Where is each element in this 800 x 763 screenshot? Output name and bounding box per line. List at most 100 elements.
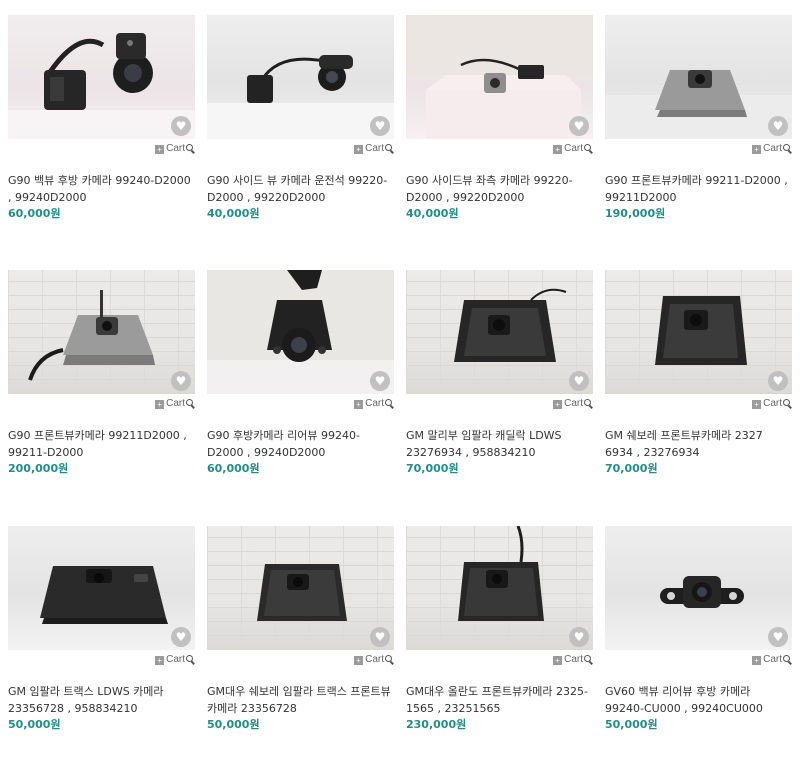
cart-button[interactable]: + Cart	[155, 654, 193, 665]
cart-row: + Cart	[406, 143, 593, 159]
heart-icon[interactable]: ♥	[768, 627, 788, 647]
search-icon	[385, 399, 392, 406]
cart-button[interactable]: + Cart	[354, 398, 392, 409]
product-image[interactable]: ♥	[8, 270, 195, 394]
plus-icon: +	[553, 656, 563, 665]
product-name[interactable]: G90 사이드뷰 좌측 카메라 99220-D2000 , 99220D2000	[406, 172, 593, 206]
product-price: 70,000원	[406, 462, 459, 475]
heart-icon[interactable]: ♥	[768, 116, 788, 136]
product-image[interactable]: ♥	[406, 526, 593, 650]
product-name[interactable]: GM 쉐보레 프론트뷰카메라 2327 6934 , 23276934	[605, 427, 792, 461]
cart-label: Cart	[763, 398, 782, 409]
cart-button[interactable]: + Cart	[354, 143, 392, 154]
product-price: 50,000원	[605, 718, 658, 731]
product-name[interactable]: G90 후방카메라 리어뷰 99240-D2000 , 99240D2000	[207, 427, 394, 461]
product-image[interactable]: ♥	[605, 270, 792, 394]
product-image[interactable]: ♥	[406, 15, 593, 139]
product-card[interactable]: ♥ + Cart G90 프론트뷰카메라 99211-D2000 , 99211D…	[605, 15, 792, 245]
product-price: 60,000원	[207, 462, 260, 475]
cart-label: Cart	[564, 398, 583, 409]
cart-label: Cart	[166, 654, 185, 665]
search-icon	[584, 655, 591, 662]
cart-label: Cart	[763, 143, 782, 154]
product-image[interactable]: ♥	[8, 526, 195, 650]
plus-icon: +	[553, 145, 563, 154]
product-name[interactable]: G90 프론트뷰카메라 99211-D2000 , 99211D2000	[605, 172, 792, 206]
product-image[interactable]: ♥	[406, 270, 593, 394]
cart-button[interactable]: + Cart	[553, 654, 591, 665]
cart-label: Cart	[564, 143, 583, 154]
product-card[interactable]: ♥ + Cart GV60 백뷰 리어뷰 후방 카메라 99240-CU000 ,…	[605, 526, 792, 756]
cart-row: + Cart	[605, 143, 792, 159]
plus-icon: +	[354, 656, 364, 665]
product-name[interactable]: G90 백뷰 후방 카메라 99240-D2000 , 99240D2000	[8, 172, 195, 206]
cart-label: Cart	[365, 143, 384, 154]
cart-row: + Cart	[605, 654, 792, 670]
product-card[interactable]: ♥ + Cart G90 후방카메라 리어뷰 99240-D2000 , 9924…	[207, 270, 394, 500]
cart-button[interactable]: + Cart	[553, 398, 591, 409]
search-icon	[385, 655, 392, 662]
product-card[interactable]: ♥ + Cart G90 사이드 뷰 카메라 운전석 99220-D2000 , …	[207, 15, 394, 245]
cart-button[interactable]: + Cart	[553, 143, 591, 154]
plus-icon: +	[155, 145, 165, 154]
plus-icon: +	[752, 400, 762, 409]
plus-icon: +	[752, 145, 762, 154]
cart-button[interactable]: + Cart	[752, 654, 790, 665]
product-name[interactable]: GM 임팔라 트랙스 LDWS 카메라 23356728 , 958834210	[8, 683, 195, 717]
cart-row: + Cart	[207, 654, 394, 670]
heart-icon[interactable]: ♥	[370, 371, 390, 391]
heart-icon[interactable]: ♥	[768, 371, 788, 391]
heart-icon[interactable]: ♥	[370, 627, 390, 647]
product-name[interactable]: GM 말리부 임팔라 캐딜락 LDWS 23276934 , 958834210	[406, 427, 593, 461]
product-image[interactable]: ♥	[207, 526, 394, 650]
product-card[interactable]: ♥ + Cart GM 쉐보레 프론트뷰카메라 2327 6934 , 23276…	[605, 270, 792, 500]
cart-label: Cart	[166, 143, 185, 154]
product-card[interactable]: ♥ + Cart G90 백뷰 후방 카메라 99240-D2000 , 9924…	[8, 15, 195, 245]
cart-button[interactable]: + Cart	[155, 143, 193, 154]
heart-icon[interactable]: ♥	[171, 371, 191, 391]
product-price: 50,000원	[8, 718, 61, 731]
heart-icon[interactable]: ♥	[171, 627, 191, 647]
cart-button[interactable]: + Cart	[155, 398, 193, 409]
product-name[interactable]: G90 프론트뷰카메라 99211D2000 , 99211-D2000	[8, 427, 195, 461]
cart-row: + Cart	[8, 143, 195, 159]
heart-icon[interactable]: ♥	[569, 116, 589, 136]
product-card[interactable]: ♥ + Cart G90 사이드뷰 좌측 카메라 99220-D2000 , 99…	[406, 15, 593, 245]
search-icon	[186, 399, 193, 406]
product-card[interactable]: ♥ + Cart GM 임팔라 트랙스 LDWS 카메라 23356728 , 9…	[8, 526, 195, 756]
product-card[interactable]: ♥ + Cart GM대우 올란도 프론트뷰카메라 2325-1565 , 232…	[406, 526, 593, 756]
search-icon	[584, 399, 591, 406]
product-card[interactable]: ♥ + Cart G90 프론트뷰카메라 99211D2000 , 99211-D…	[8, 270, 195, 500]
search-icon	[385, 144, 392, 151]
cart-row: + Cart	[605, 398, 792, 414]
cart-label: Cart	[763, 654, 782, 665]
product-name[interactable]: GM대우 쉐보레 임팔라 트랙스 프론트뷰카메라 23356728	[207, 683, 394, 717]
cart-row: + Cart	[207, 143, 394, 159]
heart-icon[interactable]: ♥	[370, 116, 390, 136]
product-image[interactable]: ♥	[8, 15, 195, 139]
cart-button[interactable]: + Cart	[354, 654, 392, 665]
plus-icon: +	[752, 656, 762, 665]
product-image[interactable]: ♥	[605, 526, 792, 650]
product-image[interactable]: ♥	[605, 15, 792, 139]
cart-button[interactable]: + Cart	[752, 143, 790, 154]
product-name[interactable]: GM대우 올란도 프론트뷰카메라 2325-1565 , 23251565	[406, 683, 593, 717]
product-card[interactable]: ♥ + Cart GM대우 쉐보레 임팔라 트랙스 프론트뷰카메라 2335672…	[207, 526, 394, 756]
heart-icon[interactable]: ♥	[171, 116, 191, 136]
product-image[interactable]: ♥	[207, 270, 394, 394]
search-icon	[783, 655, 790, 662]
product-price: 70,000원	[605, 462, 658, 475]
cart-row: + Cart	[8, 398, 195, 414]
cart-row: + Cart	[207, 398, 394, 414]
cart-label: Cart	[365, 398, 384, 409]
product-price: 50,000원	[207, 718, 260, 731]
cart-button[interactable]: + Cart	[752, 398, 790, 409]
heart-icon[interactable]: ♥	[569, 371, 589, 391]
product-image[interactable]: ♥	[207, 15, 394, 139]
product-name[interactable]: GV60 백뷰 리어뷰 후방 카메라 99240-CU000 , 99240CU…	[605, 683, 792, 717]
product-card[interactable]: ♥ + Cart GM 말리부 임팔라 캐딜락 LDWS 23276934 , 9…	[406, 270, 593, 500]
heart-icon[interactable]: ♥	[569, 627, 589, 647]
product-name[interactable]: G90 사이드 뷰 카메라 운전석 99220-D2000 , 99220D20…	[207, 172, 394, 206]
search-icon	[186, 144, 193, 151]
plus-icon: +	[354, 400, 364, 409]
